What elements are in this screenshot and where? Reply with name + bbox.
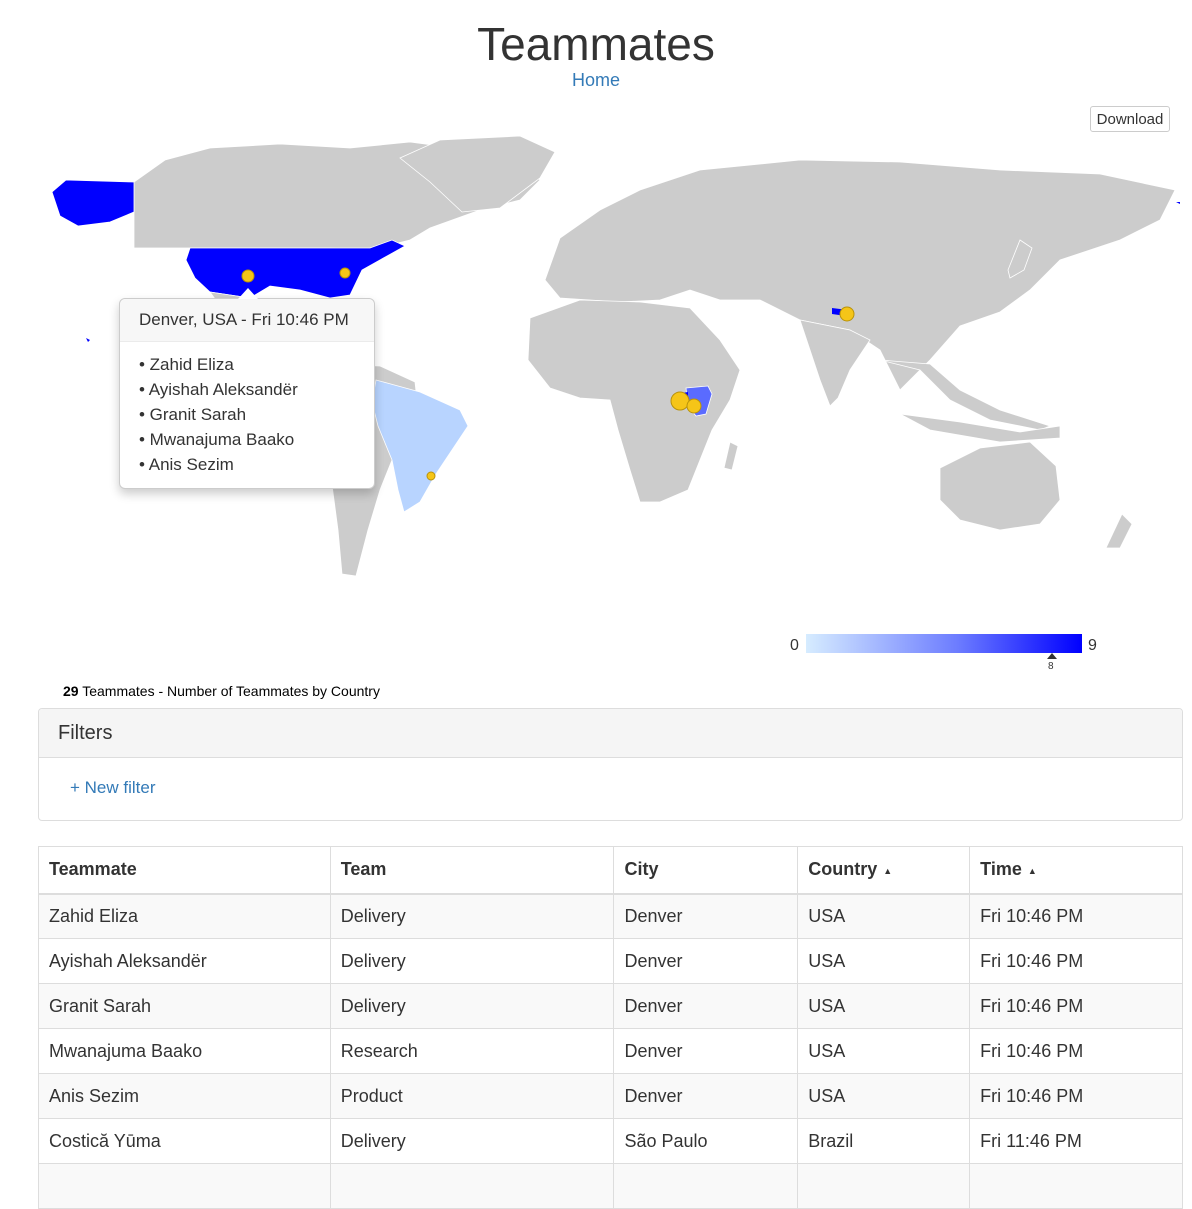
cell-team: Delivery: [329, 1118, 615, 1164]
cell-teammate: Ayishah Aleksandër: [38, 938, 331, 984]
teammates-table: Teammate Team City Country ▲ Time ▲ Zahid …: [38, 846, 1183, 1209]
tooltip-member: • Mwanajuma Baako: [139, 430, 295, 449]
tooltip-arrow: [238, 288, 258, 299]
cell-time: Fri 11:46 PM: [969, 1118, 1183, 1164]
cell-country: USA: [797, 1028, 971, 1074]
page-title: Teammates: [477, 18, 715, 70]
legend-marker-label: 8: [1048, 661, 1054, 672]
cell-teammate: [38, 1163, 331, 1209]
column-header-time[interactable]: Time ▲: [969, 846, 1183, 895]
cell-teammate: Granit Sarah: [38, 983, 331, 1029]
country-russia-east-tip[interactable]: [1176, 202, 1180, 204]
tooltip-member: • Anis Sezim: [139, 455, 234, 474]
country-new-zealand[interactable]: [1105, 513, 1133, 549]
filters-panel: Filters + New filter: [38, 708, 1183, 821]
map-marker-denver[interactable]: [241, 269, 255, 283]
cell-team: Delivery: [329, 938, 615, 984]
country-brazil[interactable]: [371, 379, 469, 513]
map-marker-new-york[interactable]: [339, 267, 351, 279]
country-usa-hawaii[interactable]: [86, 338, 90, 342]
tooltip-member: • Ayishah Aleksandër: [139, 380, 298, 399]
column-header-team[interactable]: Team: [329, 846, 615, 895]
table-header-row: Teammate Team City Country ▲ Time ▲: [38, 846, 1183, 895]
cell-teammate: Costică Yūma: [38, 1118, 331, 1164]
legend-min-label: 0: [790, 637, 799, 654]
cell-team: Product: [329, 1073, 615, 1119]
column-header-country[interactable]: Country ▲: [797, 846, 971, 895]
tooltip-member: • Zahid Eliza: [139, 355, 234, 374]
cell-city: Denver: [613, 1073, 799, 1119]
cell-team: [329, 1163, 615, 1209]
sort-asc-icon: ▲: [883, 865, 893, 876]
country-madagascar[interactable]: [723, 441, 739, 471]
table-row: Mwanajuma Baako Research Denver USA Fri …: [38, 1028, 1183, 1074]
map-marker-kathmandu[interactable]: [839, 306, 855, 322]
cell-time: Fri 10:46 PM: [969, 983, 1183, 1029]
cell-time: Fri 10:46 PM: [969, 1028, 1183, 1074]
map-marker-nairobi[interactable]: [686, 398, 702, 414]
cell-country: USA: [797, 938, 971, 984]
cell-time: Fri 10:46 PM: [969, 938, 1183, 984]
map-marker-kampala[interactable]: [670, 391, 690, 411]
cell-country: Brazil: [797, 1118, 971, 1164]
map-tooltip: Denver, USA - Fri 10:46 PM • Zahid Eliza…: [119, 288, 375, 489]
column-header-teammate[interactable]: Teammate: [38, 846, 331, 895]
new-filter-link[interactable]: + New filter: [70, 778, 156, 798]
cell-time: [969, 1163, 1183, 1209]
legend-max-label: 9: [1088, 637, 1097, 654]
cell-city: São Paulo: [613, 1118, 799, 1164]
map-caption: 29 Teammates - Number of Teammates by Co…: [63, 683, 380, 699]
table-row: Zahid Eliza Delivery Denver USA Fri 10:4…: [38, 893, 1183, 939]
cell-city: Denver: [613, 893, 799, 939]
cell-teammate: Anis Sezim: [38, 1073, 331, 1119]
table-row: [38, 1163, 1183, 1209]
table-row: Anis Sezim Product Denver USA Fri 10:46 …: [38, 1073, 1183, 1119]
cell-country: USA: [797, 893, 971, 939]
legend-gradient-bar: [806, 634, 1082, 653]
sort-asc-icon: ▲: [1027, 865, 1037, 876]
tooltip-title: Denver, USA - Fri 10:46 PM: [120, 299, 374, 342]
table-row: Ayishah Aleksandër Delivery Denver USA F…: [38, 938, 1183, 984]
caption-text: Teammates - Number of Teammates by Count…: [78, 683, 380, 699]
download-button[interactable]: Download: [1090, 106, 1170, 132]
cell-time: Fri 10:46 PM: [969, 1073, 1183, 1119]
table-row: Granit Sarah Delivery Denver USA Fri 10:…: [38, 983, 1183, 1029]
cell-city: Denver: [613, 1028, 799, 1074]
cell-team: Delivery: [329, 983, 615, 1029]
cell-city: Denver: [613, 983, 799, 1029]
cell-country: USA: [797, 1073, 971, 1119]
cell-teammate: Mwanajuma Baako: [38, 1028, 331, 1074]
home-link[interactable]: Home: [0, 70, 1192, 91]
column-header-city[interactable]: City: [613, 846, 799, 895]
cell-country: [797, 1163, 971, 1209]
teammate-count: 29: [63, 683, 79, 699]
color-legend: 0 9 8: [790, 634, 1097, 672]
tooltip-member: • Granit Sarah: [139, 405, 247, 424]
tooltip-member-list: • Zahid Eliza • Ayishah Aleksandër • Gra…: [120, 342, 374, 477]
map-marker-sao-paulo[interactable]: [426, 471, 436, 481]
cell-time: Fri 10:46 PM: [969, 893, 1183, 939]
cell-country: USA: [797, 983, 971, 1029]
country-australia[interactable]: [939, 441, 1061, 531]
cell-team: Delivery: [329, 893, 615, 939]
cell-team: Research: [329, 1028, 615, 1074]
cell-city: Denver: [613, 938, 799, 984]
cell-teammate: Zahid Eliza: [38, 893, 331, 939]
table-row: Costică Yūma Delivery São Paulo Brazil F…: [38, 1118, 1183, 1164]
filters-title: Filters: [39, 709, 1182, 758]
cell-city: [613, 1163, 799, 1209]
legend-marker-icon: [1047, 653, 1057, 659]
